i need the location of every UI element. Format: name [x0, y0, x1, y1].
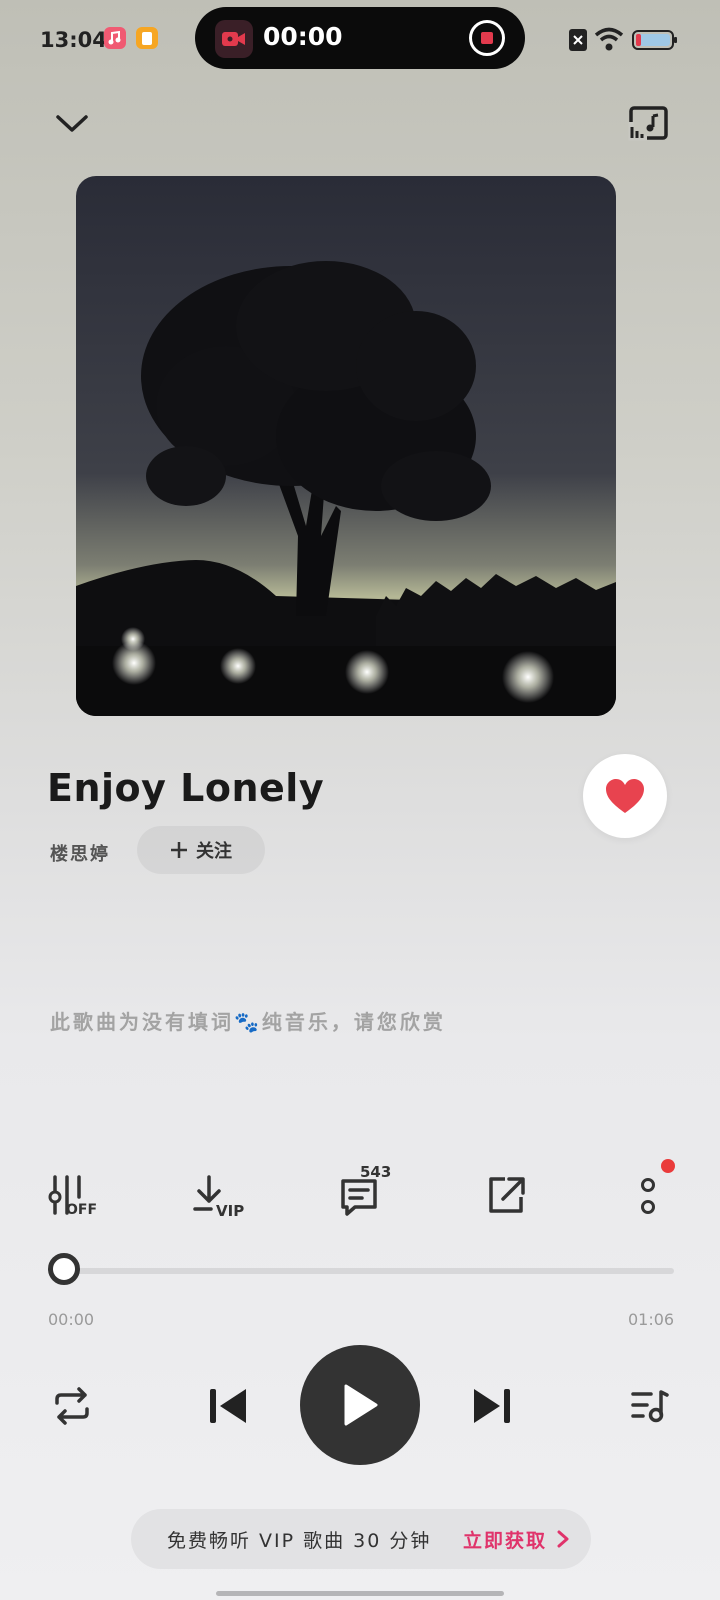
sim-icon — [568, 28, 588, 56]
more-button[interactable] — [618, 1166, 678, 1226]
next-icon — [474, 1389, 510, 1423]
vip-trial-banner[interactable]: 免费畅听 VIP 歌曲 30 分钟 立即获取 — [131, 1509, 591, 1569]
current-time: 00:00 — [48, 1310, 95, 1329]
chevron-right-icon — [557, 1530, 569, 1548]
follow-button[interactable]: 关注 — [137, 826, 265, 874]
progress-knob[interactable] — [48, 1253, 80, 1285]
total-time: 01:06 — [628, 1310, 675, 1329]
more-icon — [641, 1178, 655, 1214]
equalizer-label: OFF — [66, 1202, 98, 1218]
previous-button[interactable] — [202, 1380, 254, 1432]
download-button[interactable]: VIP — [186, 1166, 246, 1226]
recording-time: 00:00 — [263, 22, 343, 51]
music-app-icon — [104, 27, 126, 49]
comment-count: 543 — [360, 1163, 392, 1181]
progress-track[interactable] — [66, 1268, 674, 1274]
plus-icon — [171, 842, 187, 858]
heart-icon — [606, 779, 644, 813]
chevron-down-icon — [56, 115, 88, 132]
share-icon — [489, 1177, 525, 1213]
home-indicator[interactable] — [216, 1591, 504, 1596]
vip-banner-text: 免费畅听 VIP 歌曲 30 分钟 — [167, 1529, 432, 1552]
artist-name[interactable]: 楼思婷 — [50, 840, 110, 866]
equalizer-button[interactable]: OFF — [42, 1166, 102, 1226]
follow-label: 关注 — [196, 841, 232, 862]
playlist-button[interactable] — [624, 1380, 676, 1432]
stop-recording-button[interactable] — [469, 20, 505, 56]
cast-icon — [628, 106, 668, 141]
lyrics-note: 此歌曲为没有填词🐾纯音乐，请您欣赏 — [50, 1010, 446, 1034]
screen-recording-pill[interactable]: 00:00 — [195, 7, 525, 69]
vip-cta-label: 立即获取 — [462, 1529, 547, 1552]
playlist-icon — [631, 1390, 669, 1423]
recorder-icon — [215, 20, 253, 58]
previous-icon — [210, 1389, 246, 1423]
play-button[interactable] — [300, 1345, 420, 1465]
cast-button[interactable] — [624, 100, 672, 148]
notification-dot — [661, 1159, 675, 1173]
status-time: 13:04 — [40, 28, 107, 52]
share-button[interactable] — [476, 1166, 536, 1226]
collapse-button[interactable] — [48, 100, 96, 148]
song-title: Enjoy Lonely — [47, 766, 325, 810]
stop-icon — [481, 32, 493, 44]
like-button[interactable] — [583, 754, 667, 838]
repeat-icon — [55, 1387, 89, 1425]
battery-icon — [632, 29, 678, 55]
next-button[interactable] — [466, 1380, 518, 1432]
album-cover[interactable] — [76, 176, 616, 716]
play-icon — [344, 1384, 378, 1426]
vip-get-now-button[interactable]: 立即获取 — [463, 1526, 569, 1553]
notes-app-icon — [136, 27, 158, 49]
repeat-button[interactable] — [46, 1380, 98, 1432]
wifi-icon — [594, 26, 624, 56]
download-label: VIP — [216, 1202, 245, 1220]
